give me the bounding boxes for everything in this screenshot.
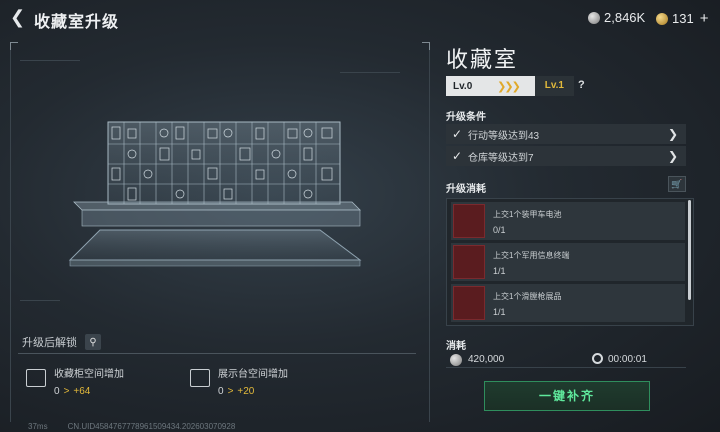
silver-amount: 2,846K xyxy=(604,10,646,25)
decor-line xyxy=(20,60,80,61)
cost-name: 上交1个滑膛枪展品 xyxy=(493,292,562,301)
military-terminal-item-icon xyxy=(453,245,485,279)
back-icon[interactable]: ❮ xyxy=(10,7,28,27)
level-indicator: Lv.0 ❯❯❯ Lv.1 xyxy=(446,76,574,96)
unlock-item-cabinet: 收藏柜空间增加 0 > +64 xyxy=(26,365,124,397)
cost-name: 上交1个装甲车电池 xyxy=(493,210,562,219)
footer: 37ms CN.UID4584767778961509434.202603070… xyxy=(4,422,235,431)
upgrade-panel: 收藏室 Lv.0 ❯❯❯ Lv.1 ? 升级条件 ✓ 行动等级达到43 ❯ ✓ … xyxy=(446,38,694,418)
unlock-label: 收藏柜空间增加 xyxy=(54,369,124,380)
armored-battery-item-icon xyxy=(453,204,485,238)
uid: CN.UID4584767778961509434.202603070928 xyxy=(67,422,236,431)
check-icon: ✓ xyxy=(451,127,463,141)
help-icon[interactable]: ? xyxy=(578,79,585,91)
divider xyxy=(18,353,416,354)
consume-money: 420,000 xyxy=(468,354,505,365)
conditions-title: 升级条件 xyxy=(446,112,486,123)
decor-line xyxy=(20,300,60,301)
silver-currency: 2,846K xyxy=(588,10,645,25)
auto-fill-button[interactable]: 一键补齐 xyxy=(484,381,650,411)
cost-name: 上交1个军用信息终端 xyxy=(493,251,570,260)
room-name: 收藏室 xyxy=(446,47,519,72)
ping: 37ms xyxy=(28,422,48,431)
unlock-item-display: 展示台空间增加 0 > +20 xyxy=(190,365,288,397)
consume-title: 消耗 xyxy=(446,341,466,352)
unlock-values: 0 > +64 xyxy=(54,386,124,397)
frame-corner xyxy=(422,42,430,50)
unlock-arrow: > xyxy=(227,386,234,397)
cost-count: 1/1 xyxy=(493,307,506,317)
level-to: Lv.1 xyxy=(534,76,574,96)
silver-coin-icon xyxy=(588,11,600,24)
unlock-to: +20 xyxy=(237,386,255,397)
cart-icon[interactable]: 🛒 xyxy=(668,176,686,192)
cost-item[interactable]: 上交1个军用信息终端 1/1 xyxy=(451,243,685,281)
header: ❮ 收藏室升级 2,846K 131 + xyxy=(0,0,720,36)
scrollbar[interactable] xyxy=(688,200,691,300)
cost-count: 0/1 xyxy=(493,225,506,235)
unlock-from: 0 xyxy=(54,386,60,397)
unlock-values: 0 > +20 xyxy=(218,386,288,397)
unlock-to: +64 xyxy=(73,386,91,397)
decor-line xyxy=(340,72,400,73)
frame-corner xyxy=(10,42,18,50)
chevrons-icon: ❯❯❯ xyxy=(497,80,521,93)
condition-label: 行动等级达到43 xyxy=(468,130,540,142)
silver-coin-icon xyxy=(450,354,462,366)
condition-row[interactable]: ✓ 仓库等级达到7 ❯ xyxy=(446,146,686,166)
cost-count: 1/1 xyxy=(493,266,506,276)
search-icon[interactable]: ⚲ xyxy=(85,334,101,350)
consume-time: 00:00:01 xyxy=(608,354,647,365)
consume-row: 420,000 00:00:01 xyxy=(446,352,686,368)
costs-title: 升级消耗 xyxy=(446,184,486,195)
add-icon[interactable]: + xyxy=(700,10,709,27)
check-icon: ✓ xyxy=(451,149,463,163)
page-title: 收藏室升级 xyxy=(34,14,120,31)
unlock-label: 展示台空间增加 xyxy=(218,369,288,380)
unlock-from: 0 xyxy=(218,386,224,397)
chevron-right-icon: ❯ xyxy=(667,127,678,141)
condition-label: 仓库等级达到7 xyxy=(468,152,534,164)
cabinet-icon xyxy=(26,369,46,387)
unlock-arrow: > xyxy=(63,386,70,397)
cost-item[interactable]: 上交1个装甲车电池 0/1 xyxy=(451,202,685,240)
cost-item[interactable]: 上交1个滑膛枪展品 1/1 xyxy=(451,284,685,322)
cost-list: 上交1个装甲车电池 0/1 上交1个军用信息终端 1/1 上交1个滑膛枪展品 1… xyxy=(446,198,694,326)
unlock-section-title: 升级后解锁 ⚲ xyxy=(22,334,101,350)
chevron-right-icon: ❯ xyxy=(667,149,678,163)
gold-currency[interactable]: 131 + xyxy=(656,10,708,27)
gold-coin-icon xyxy=(656,12,668,25)
unlock-title-label: 升级后解锁 xyxy=(22,337,77,349)
clock-icon xyxy=(592,353,603,364)
floor-platform xyxy=(68,229,362,261)
musket-exhibit-item-icon xyxy=(453,286,485,320)
condition-row[interactable]: ✓ 行动等级达到43 ❯ xyxy=(446,124,686,144)
level-from: Lv.0 xyxy=(453,80,473,92)
collection-room-model xyxy=(68,121,362,267)
gold-amount: 131 xyxy=(672,11,694,26)
display-stand-icon xyxy=(190,369,210,387)
